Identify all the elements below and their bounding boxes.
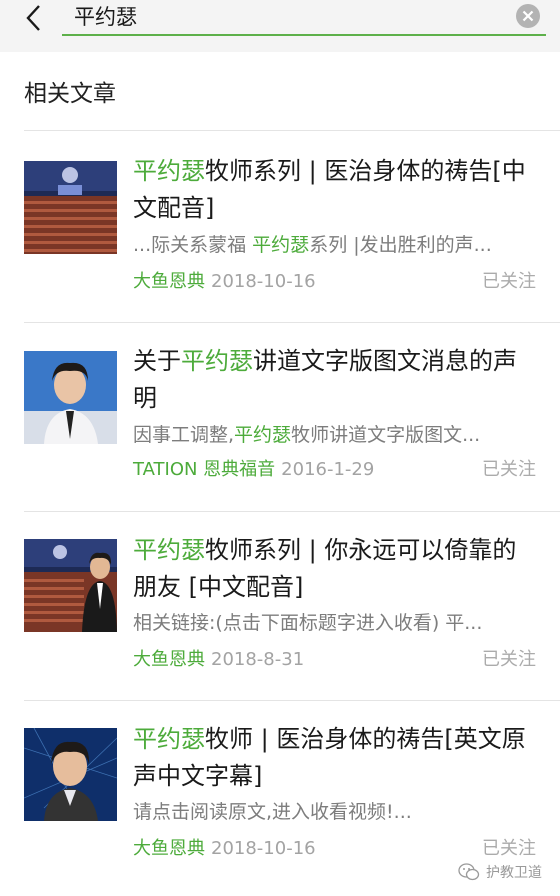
search-input[interactable]: 平约瑟 — [74, 0, 494, 34]
watermark: 护教卫道 — [458, 860, 542, 884]
search-underline — [62, 34, 546, 36]
article-title: 平约瑟牧师系列 | 你永远可以倚靠的朋友 [中文配音] — [133, 536, 517, 601]
article-snippet: 相关链接:(点击下面标题字进入收看) 平... — [133, 612, 483, 634]
article-meta: 大鱼恩典 2018-8-31 — [133, 647, 537, 673]
article-snippet: 请点击阅读原文,进入收看视频!... — [133, 801, 412, 823]
article-date: 2018-10-16 — [211, 271, 316, 292]
article-snippet: 因事工调整,平约瑟牧师讲道文字版图文... — [133, 424, 481, 446]
article-snippet: ...际关系蒙福 平约瑟系列 |发出胜利的声... — [133, 234, 492, 256]
chevron-left-icon — [26, 5, 40, 31]
divider — [24, 130, 560, 131]
article-thumbnail — [24, 539, 117, 632]
article-title: 关于平约瑟讲道文字版图文消息的声明 — [133, 347, 517, 412]
article-title: 平约瑟牧师系列 | 医治身体的祷告[中文配音] — [133, 157, 526, 222]
follow-status: 已关注 — [482, 271, 536, 292]
article-thumbnail — [24, 728, 117, 821]
article-meta: TATION 恩典福音 2016-1-29 — [133, 457, 537, 483]
article-thumbnail — [24, 161, 117, 254]
article-meta: 大鱼恩典 2018-10-16 — [133, 269, 537, 295]
follow-status: 已关注 — [482, 649, 536, 670]
article-date: 2018-10-16 — [211, 838, 316, 859]
article-title: 平约瑟牧师 | 医治身体的祷告[英文原声中文字幕] — [133, 725, 526, 790]
wechat-logo-icon — [458, 863, 480, 881]
article-author[interactable]: TATION 恩典福音 — [133, 459, 275, 480]
article-item[interactable]: 平约瑟牧师系列 | 医治身体的祷告[中文配音] ...际关系蒙福 平约瑟系列 |… — [0, 133, 560, 321]
article-item[interactable]: 平约瑟牧师系列 | 你永远可以倚靠的朋友 [中文配音] 相关链接:(点击下面标题… — [0, 512, 560, 700]
close-icon — [522, 10, 534, 22]
article-author[interactable]: 大鱼恩典 — [133, 838, 205, 859]
article-date: 2016-1-29 — [281, 459, 375, 480]
back-button[interactable] — [18, 2, 50, 34]
follow-status: 已关注 — [482, 459, 536, 480]
search-header: 平约瑟 — [0, 0, 560, 52]
article-author[interactable]: 大鱼恩典 — [133, 271, 205, 292]
article-meta: 大鱼恩典 2018-10-16 — [133, 836, 537, 862]
section-title: 相关文章 — [24, 81, 116, 107]
article-author[interactable]: 大鱼恩典 — [133, 649, 205, 670]
article-thumbnail — [24, 351, 117, 444]
article-date: 2018-8-31 — [211, 649, 305, 670]
watermark-text: 护教卫道 — [486, 865, 542, 881]
follow-status: 已关注 — [482, 838, 536, 859]
article-item[interactable]: 关于平约瑟讲道文字版图文消息的声明 因事工调整,平约瑟牧师讲道文字版图文... … — [0, 323, 560, 511]
clear-search-button[interactable] — [516, 4, 540, 28]
